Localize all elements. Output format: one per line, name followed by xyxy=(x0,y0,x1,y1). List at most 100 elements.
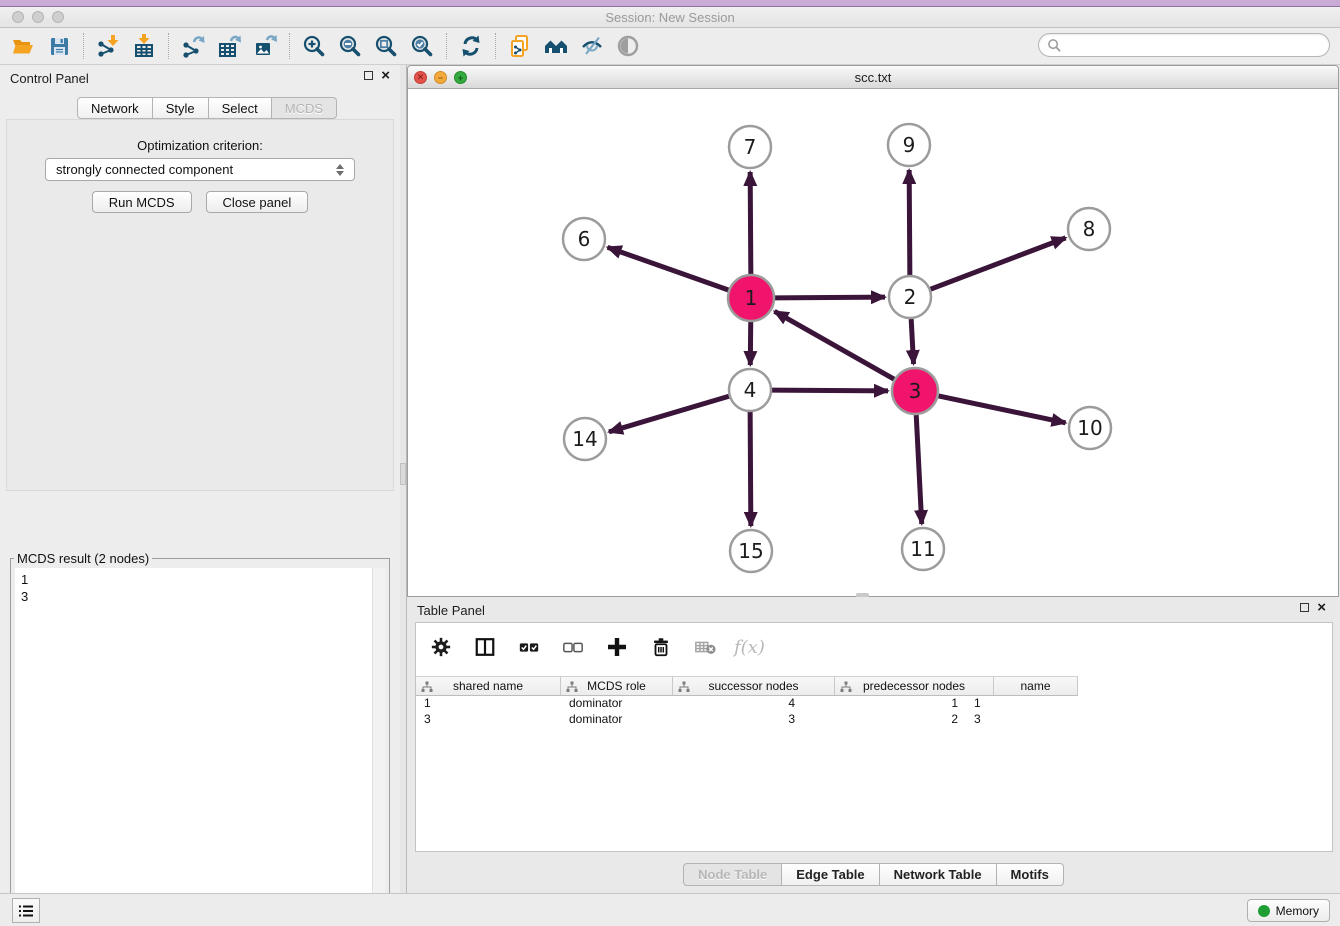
deselect-all-icon[interactable] xyxy=(558,633,588,661)
edge-4-3[interactable] xyxy=(772,390,888,391)
home-icon[interactable] xyxy=(541,32,571,60)
float-panel-icon[interactable] xyxy=(364,71,373,80)
node-label-6: 6 xyxy=(578,227,591,251)
column-header-successor-nodes[interactable]: successor nodes xyxy=(673,677,835,695)
tab-mcds[interactable]: MCDS xyxy=(272,97,337,119)
tab-network[interactable]: Network xyxy=(77,97,153,119)
app-titlebar: Session: New Session xyxy=(0,7,1340,28)
optimization-criterion-label: Optimization criterion: xyxy=(7,138,393,153)
cell-shared-name[interactable]: 1 xyxy=(416,696,561,712)
cell-shared-name[interactable]: 3 xyxy=(416,712,561,728)
cell-name[interactable]: 1 xyxy=(966,696,1050,712)
hide-panels-eye-icon[interactable] xyxy=(577,32,607,60)
edge-3-10[interactable] xyxy=(938,396,1065,423)
tab-motifs[interactable]: Motifs xyxy=(997,863,1064,886)
tab-select[interactable]: Select xyxy=(209,97,272,119)
network-canvas[interactable]: 7968124314101511 xyxy=(408,89,1338,592)
node-label-11: 11 xyxy=(910,537,935,561)
tab-network-table[interactable]: Network Table xyxy=(880,863,997,886)
toolbar-separator xyxy=(168,33,169,59)
zoom-fit-icon[interactable] xyxy=(371,32,401,60)
list-icon xyxy=(18,904,34,918)
edge-1-6[interactable] xyxy=(608,247,729,290)
export-network-icon[interactable] xyxy=(178,32,208,60)
clone-network-icon[interactable] xyxy=(505,32,535,60)
desktop-strip xyxy=(0,0,1340,7)
tab-style[interactable]: Style xyxy=(153,97,209,119)
show-columns-icon[interactable] xyxy=(470,633,500,661)
result-scrollbar[interactable] xyxy=(372,568,385,926)
close-panel-icon[interactable]: × xyxy=(381,71,390,80)
table-row[interactable]: 3 dominator 3 2 3 xyxy=(416,712,1078,728)
close-panel-button[interactable]: Close panel xyxy=(206,191,309,213)
save-session-icon[interactable] xyxy=(44,32,74,60)
search-box[interactable] xyxy=(1038,33,1330,57)
memory-label: Memory xyxy=(1276,904,1319,918)
column-header-shared-name[interactable]: shared name xyxy=(416,677,561,695)
birdseye-view-icon[interactable] xyxy=(613,32,643,60)
settings-gear-icon[interactable] xyxy=(426,633,456,661)
export-table-icon[interactable] xyxy=(214,32,244,60)
cell-mcds-role[interactable]: dominator xyxy=(561,712,673,728)
edge-4-15[interactable] xyxy=(750,412,751,526)
edge-1-2[interactable] xyxy=(775,297,885,298)
task-history-button[interactable] xyxy=(12,898,40,923)
network-view-window: ✕ − + scc.txt 7968124314101511 xyxy=(407,65,1339,597)
function-builder-icon[interactable]: f(x) xyxy=(734,637,765,658)
criterion-select[interactable]: strongly connected component xyxy=(45,158,355,181)
network-window-titlebar[interactable]: ✕ − + scc.txt xyxy=(408,66,1338,89)
delete-table-icon[interactable] xyxy=(690,633,720,661)
column-type-icon xyxy=(421,681,433,693)
select-all-icon[interactable] xyxy=(514,633,544,661)
mcds-result-area[interactable]: 1 3 xyxy=(15,568,385,926)
edge-1-7[interactable] xyxy=(750,172,751,274)
panel-splitter[interactable] xyxy=(400,65,407,893)
cell-predecessor-nodes[interactable]: 1 xyxy=(815,696,966,712)
open-session-icon[interactable] xyxy=(8,32,38,60)
zoom-selected-icon[interactable] xyxy=(407,32,437,60)
table-content: f(x) shared name MCDS role successor nod… xyxy=(415,622,1333,852)
splitter-grip[interactable] xyxy=(400,463,406,485)
run-mcds-button[interactable]: Run MCDS xyxy=(92,191,192,213)
node-label-7: 7 xyxy=(744,135,757,159)
control-panel-tabs: Network Style Select MCDS xyxy=(77,97,337,119)
cell-successor-nodes[interactable]: 3 xyxy=(673,712,815,728)
memory-button[interactable]: Memory xyxy=(1247,899,1330,922)
tab-edge-table[interactable]: Edge Table xyxy=(782,863,879,886)
edge-2-3[interactable] xyxy=(911,319,913,364)
node-label-3: 3 xyxy=(909,379,922,403)
close-table-panel-icon[interactable]: × xyxy=(1317,603,1326,612)
cell-mcds-role[interactable]: dominator xyxy=(561,696,673,712)
column-type-icon xyxy=(566,681,578,693)
column-header-name[interactable]: name xyxy=(994,677,1078,695)
zoom-out-icon[interactable] xyxy=(335,32,365,60)
node-label-1: 1 xyxy=(745,286,758,310)
cell-predecessor-nodes[interactable]: 2 xyxy=(815,712,966,728)
float-table-panel-icon[interactable] xyxy=(1300,603,1309,612)
column-header-mcds-role[interactable]: MCDS role xyxy=(561,677,673,695)
search-input[interactable] xyxy=(1062,36,1329,54)
delete-row-icon[interactable] xyxy=(646,633,676,661)
cell-successor-nodes[interactable]: 4 xyxy=(673,696,815,712)
import-network-icon[interactable] xyxy=(93,32,123,60)
apply-layout-icon[interactable] xyxy=(456,32,486,60)
node-label-4: 4 xyxy=(744,378,757,402)
edge-4-14[interactable] xyxy=(609,396,729,432)
memory-status-icon xyxy=(1258,905,1270,917)
mcds-panel: Optimization criterion: strongly connect… xyxy=(6,119,394,491)
criterion-value: strongly connected component xyxy=(56,162,233,177)
zoom-in-icon[interactable] xyxy=(299,32,329,60)
edge-2-8[interactable] xyxy=(931,238,1066,289)
tab-node-table[interactable]: Node Table xyxy=(683,863,782,886)
table-row[interactable]: 1 dominator 4 1 1 xyxy=(416,696,1078,712)
add-row-icon[interactable] xyxy=(602,633,632,661)
edge-3-11[interactable] xyxy=(916,415,922,524)
edge-2-9[interactable] xyxy=(909,170,910,275)
import-table-icon[interactable] xyxy=(129,32,159,60)
edge-3-1[interactable] xyxy=(774,311,894,379)
export-image-icon[interactable] xyxy=(250,32,280,60)
cell-name[interactable]: 3 xyxy=(966,712,1050,728)
column-type-icon xyxy=(840,681,852,693)
column-header-predecessor-nodes[interactable]: predecessor nodes xyxy=(835,677,994,695)
status-bar: Memory xyxy=(0,893,1340,926)
